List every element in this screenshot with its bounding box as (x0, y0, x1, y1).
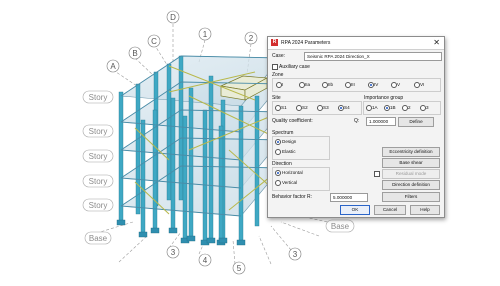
behavior-factor-label: Behavior factor R: (272, 194, 313, 200)
grid-bubble-1-top: 1 (198, 27, 212, 41)
help-button[interactable]: Help (410, 205, 440, 215)
importance-label-1a: 1A (372, 105, 378, 110)
zone-label-iv: IV (374, 82, 379, 87)
base-label-left: Base (84, 231, 112, 245)
dialog-title: RPA 2024 Parameters (281, 40, 331, 46)
auxiliary-case-label: Auxiliary case (279, 64, 310, 70)
importance-label-1b: 1B (390, 105, 396, 110)
site-label-s3: S3 (323, 105, 329, 110)
screenshot-card: A B C D 1 2 3 3 4 5 Story Story Story St… (19, 0, 481, 286)
residual-mode-checkbox[interactable] (374, 171, 380, 177)
svg-text:3: 3 (293, 250, 298, 259)
grid-bubble-b: B (128, 46, 142, 60)
story-label-4: Story (82, 124, 114, 138)
svg-text:Story: Story (89, 201, 108, 210)
zone-label-v: V (397, 82, 401, 87)
svg-text:Story: Story (89, 177, 108, 186)
spectrum-design-label: Design (282, 139, 297, 144)
svg-text:C: C (151, 37, 157, 46)
residual-mode-button[interactable]: Residual mode (382, 169, 440, 179)
grid-bubble-5-bottom: 5 (232, 261, 246, 275)
direction-horizontal-label: Horizontal (282, 170, 303, 175)
svg-text:B: B (132, 49, 137, 58)
auxiliary-case-checkbox[interactable] (272, 64, 278, 70)
site-label-s1: S1 (281, 105, 287, 110)
story-label-5: Story (82, 90, 114, 104)
filters-button[interactable]: Filters (382, 192, 440, 202)
direction-vertical-label: Vertical (282, 180, 298, 185)
direction-horizontal-radio[interactable] (275, 170, 281, 176)
app-logo-icon: R (271, 39, 278, 46)
dialog-titlebar: R RPA 2024 Parameters ✕ (268, 37, 444, 50)
site-label-s2: S2 (302, 105, 308, 110)
grid-bubble-4-bottom: 4 (198, 253, 212, 267)
close-icon[interactable]: ✕ (433, 38, 440, 47)
q-label: Q: (354, 118, 360, 124)
svg-text:5: 5 (237, 264, 242, 273)
rpa-parameters-dialog: R RPA 2024 Parameters ✕ Case: Seismic RP… (267, 36, 445, 218)
svg-text:2: 2 (249, 34, 254, 43)
grid-bubble-d: D (166, 10, 180, 24)
zone-label-vi: VI (420, 82, 425, 87)
spectrum-group (272, 136, 330, 160)
zone-label-iii: III (351, 82, 355, 87)
base-label-right: Base (325, 219, 355, 233)
zone-label-i: I (282, 82, 284, 87)
svg-text:3: 3 (171, 248, 176, 257)
case-field[interactable]: Seismic RPA 2024 Direction_X (304, 52, 442, 61)
site-label-s4: S4 (344, 105, 350, 110)
importance-label-3: 3 (426, 105, 429, 110)
svg-text:Base: Base (89, 234, 108, 243)
svg-text:A: A (110, 62, 116, 71)
svg-text:Story: Story (89, 152, 108, 161)
importance-label-2: 2 (408, 105, 411, 110)
case-label: Case: (272, 53, 286, 59)
svg-text:D: D (170, 13, 176, 22)
story-label-3: Story (82, 149, 114, 163)
zone-label-iib: IIb (328, 82, 334, 87)
base-shear-button[interactable]: Base shear (382, 158, 440, 168)
eccentricity-definition-button[interactable]: Eccentricity definition (382, 147, 440, 157)
svg-text:1: 1 (203, 30, 208, 39)
direction-vertical-radio[interactable] (275, 180, 281, 186)
svg-text:Story: Story (89, 93, 108, 102)
spectrum-design-radio[interactable] (275, 139, 281, 145)
svg-text:Base: Base (331, 222, 350, 231)
cancel-button[interactable]: Cancel (374, 205, 406, 215)
grid-bubble-3-bottom: 3 (288, 247, 302, 261)
behavior-factor-field[interactable]: 5.000000 (330, 193, 368, 202)
grid-bubble-c: C (147, 34, 161, 48)
q-field[interactable]: 1.000000 (366, 117, 396, 126)
story-label-2: Story (82, 174, 114, 188)
grid-bubble-3-bottom-left: 3 (166, 245, 180, 259)
story-label-1: Story (82, 198, 114, 212)
svg-text:Story: Story (89, 127, 108, 136)
grid-bubble-a: A (106, 59, 120, 73)
grid-bubble-2-top: 2 (244, 31, 258, 45)
define-button[interactable]: Define (398, 117, 434, 127)
spectrum-elastic-label: Elastic (282, 149, 296, 154)
direction-definition-button[interactable]: Direction definition (382, 180, 440, 190)
svg-text:4: 4 (203, 256, 208, 265)
zone-label-iia: IIa (305, 82, 311, 87)
spectrum-elastic-radio[interactable] (275, 149, 281, 155)
quality-coefficient-label: Quality coefficient: (272, 118, 313, 124)
ok-button[interactable]: OK (340, 205, 370, 215)
